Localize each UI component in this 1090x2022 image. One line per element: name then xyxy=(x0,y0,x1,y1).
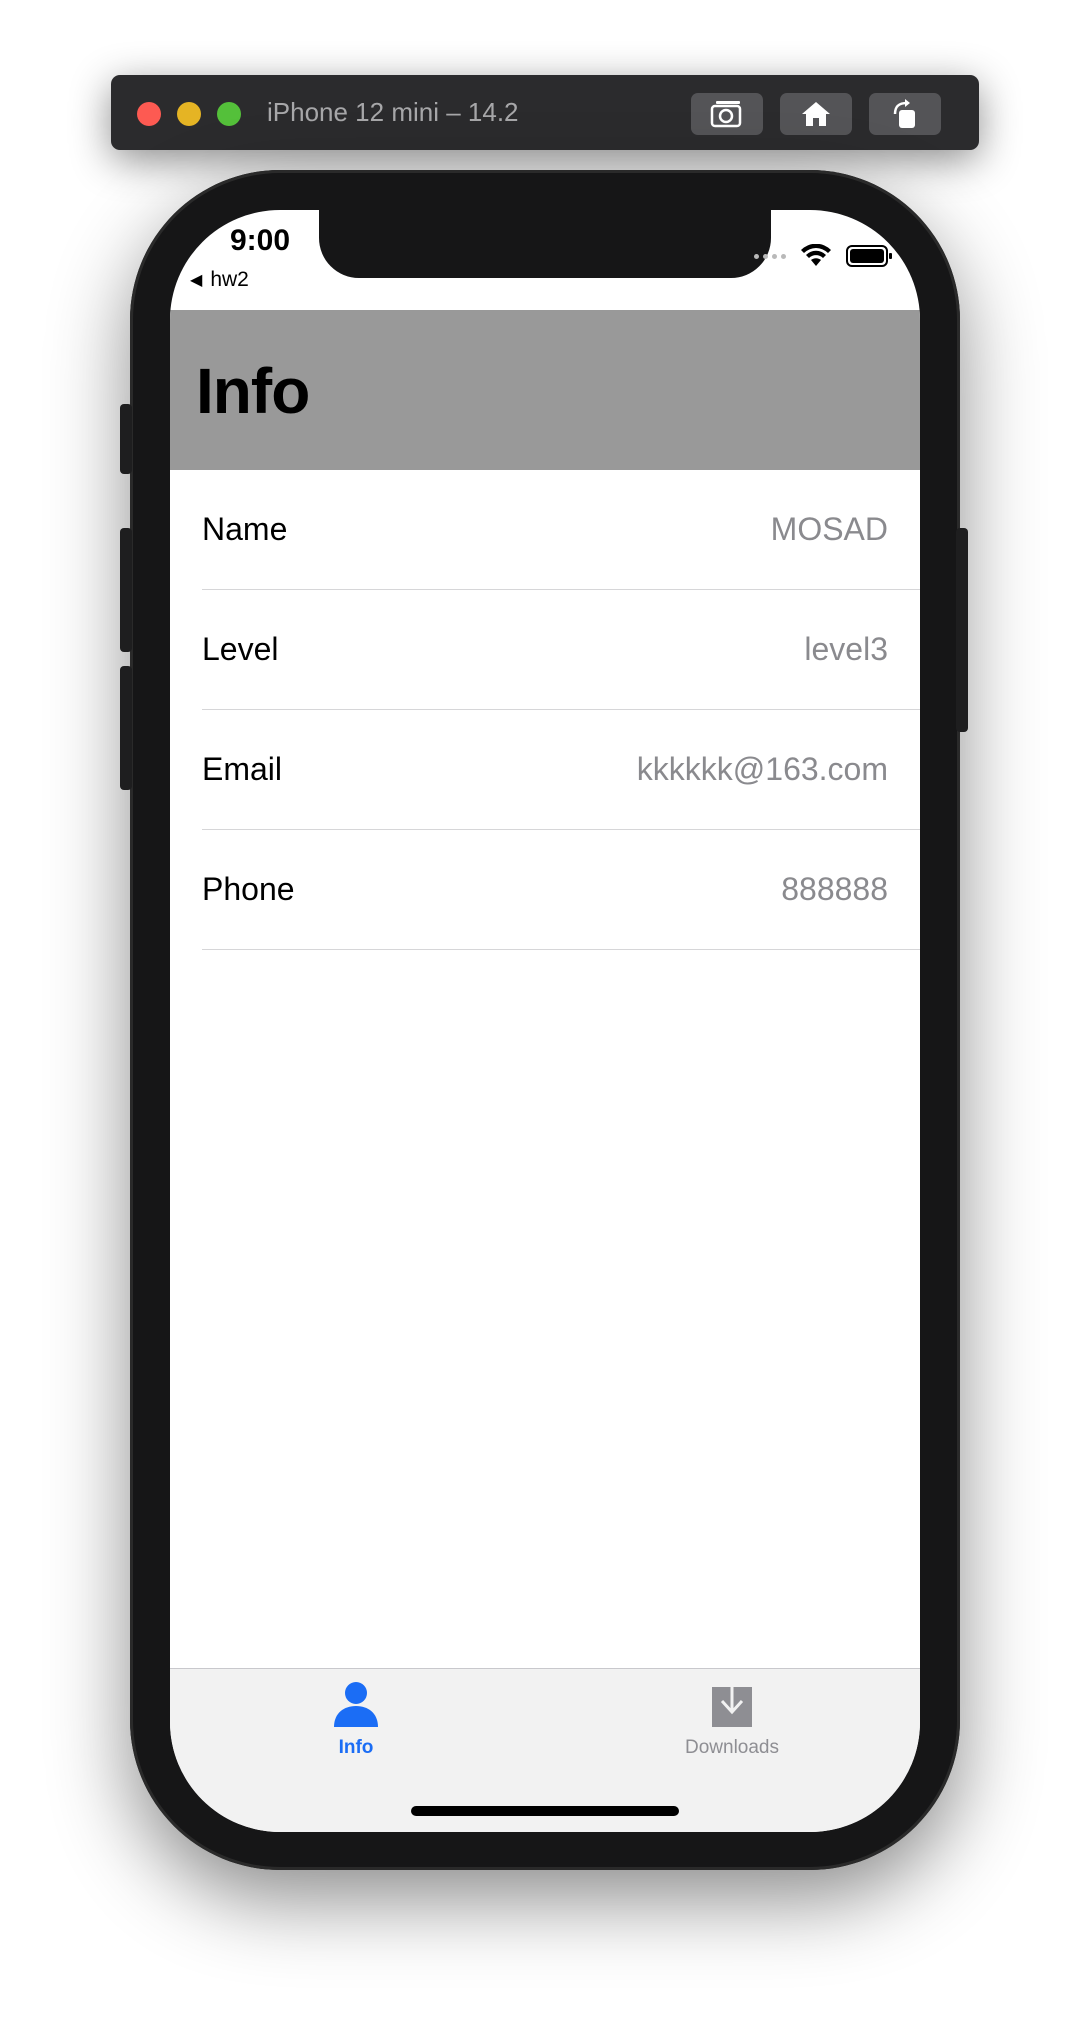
info-row-level[interactable]: Level level3 xyxy=(170,590,920,710)
info-row-email[interactable]: Email kkkkkk@163.com xyxy=(170,710,920,830)
volume-up-button xyxy=(120,528,132,652)
row-value: MOSAD xyxy=(770,511,888,547)
home-button[interactable] xyxy=(780,93,852,135)
row-label: Name xyxy=(202,511,288,547)
screenshot-button[interactable] xyxy=(691,93,763,135)
tab-info[interactable]: Info xyxy=(256,1679,456,1759)
info-row-phone[interactable]: Phone 888888 xyxy=(170,830,920,950)
maximize-window-button[interactable] xyxy=(217,102,241,126)
row-label: Level xyxy=(202,631,279,667)
close-window-button[interactable] xyxy=(137,102,161,126)
row-separator xyxy=(202,949,920,950)
battery-icon xyxy=(846,245,892,267)
minimize-window-button[interactable] xyxy=(177,102,201,126)
back-app-label: hw2 xyxy=(210,268,249,291)
tab-label: Info xyxy=(338,1737,374,1758)
screenshot-icon xyxy=(710,101,742,128)
silent-switch xyxy=(120,404,132,474)
device-screen: 9:00 ◀ hw2 Info Name MOSAD Level level3 … xyxy=(170,210,920,1832)
rotate-button[interactable] xyxy=(869,93,941,135)
notch xyxy=(319,210,771,278)
volume-down-button xyxy=(120,666,132,790)
back-to-app-button[interactable]: ◀ hw2 xyxy=(190,268,249,292)
page-title: Info xyxy=(196,355,310,427)
navigation-bar: Info xyxy=(170,310,920,470)
row-value: level3 xyxy=(804,631,888,667)
info-list: Name MOSAD Level level3 Email kkkkkk@163… xyxy=(170,470,920,950)
download-icon xyxy=(712,1679,752,1727)
status-time: 9:00 xyxy=(230,224,291,257)
info-row-name[interactable]: Name MOSAD xyxy=(170,470,920,590)
tab-downloads[interactable]: Downloads xyxy=(632,1679,832,1759)
wifi-icon xyxy=(801,244,831,266)
home-indicator[interactable] xyxy=(411,1806,679,1816)
row-value: 888888 xyxy=(781,871,888,907)
window-title: iPhone 12 mini – 14.2 xyxy=(267,97,519,127)
rotate-icon xyxy=(893,99,915,128)
row-value: kkkkkk@163.com xyxy=(636,751,888,787)
row-label: Phone xyxy=(202,871,295,907)
person-icon xyxy=(334,1682,378,1727)
row-label: Email xyxy=(202,751,283,787)
cellular-signal-icon xyxy=(754,253,786,259)
back-triangle-icon: ◀ xyxy=(190,272,203,289)
tab-label: Downloads xyxy=(685,1737,779,1758)
simulator-toolbar: iPhone 12 mini – 14.2 xyxy=(111,75,979,150)
home-icon xyxy=(802,102,830,126)
status-indicators xyxy=(754,244,894,268)
power-button xyxy=(956,528,968,732)
